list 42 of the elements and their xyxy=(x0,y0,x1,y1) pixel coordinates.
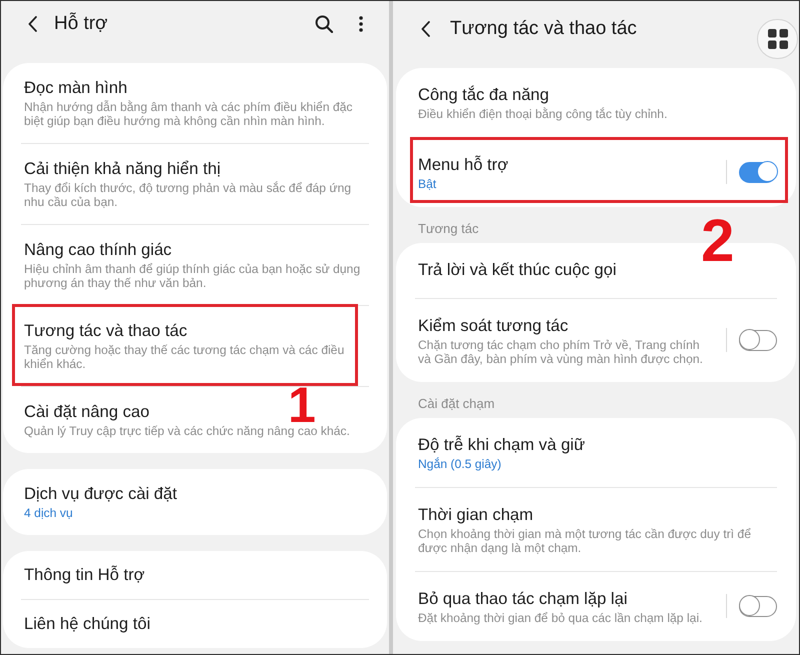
setting-title[interactable]: Dịch vụ được cài đặt xyxy=(24,482,177,506)
setting-title[interactable]: Liên hệ chúng tôi xyxy=(24,612,150,636)
setting-title[interactable]: Thời gian chạm xyxy=(418,503,534,527)
search-icon[interactable] xyxy=(315,15,333,33)
annotation-number: 2 xyxy=(701,219,734,263)
setting-title[interactable]: Đọc màn hình xyxy=(24,76,128,100)
setting-title[interactable]: Độ trễ khi chạm và giữ xyxy=(418,433,585,457)
setting-title[interactable]: Công tắc đa năng xyxy=(418,83,550,107)
setting-description: Nhận hướng dẫn bằng âm thanh và các phím điều khiển đặc biệt giúp bạn điều hướng mà không cần nhìn màn hình. xyxy=(24,100,354,128)
setting-title[interactable]: Cải thiện khả năng hiển thị xyxy=(24,157,220,181)
setting-title[interactable]: Menu hỗ trợ xyxy=(418,153,508,177)
setting-title[interactable]: Nâng cao thính giác xyxy=(24,238,172,262)
more-options-icon[interactable] xyxy=(359,16,363,32)
setting-title[interactable]: Thông tin Hỗ trợ xyxy=(24,563,145,587)
toggle-switch[interactable] xyxy=(739,330,777,350)
setting-title[interactable]: Cài đặt nâng cao xyxy=(24,400,150,424)
setting-description: Điều khiển điện thoại bằng công tắc tùy chỉnh. xyxy=(418,107,668,121)
section-header: Tương tác xyxy=(418,222,480,236)
setting-title[interactable]: Kiểm soát tương tác xyxy=(418,314,568,338)
setting-description: Chọn khoảng thời gian mà một tương tác cần được duy trì để được nhận dạng là một chạm. xyxy=(418,527,752,555)
setting-description: Đặt khoảng thời gian để bỏ qua các lần chạm lặp lại. xyxy=(418,611,702,625)
back-icon[interactable] xyxy=(421,21,430,37)
setting-description: Thay đổi kích thước, độ tương phản và màu sắc để đáp ứng nhu cầu của bạn. xyxy=(24,181,352,209)
section-header: Cài đặt chạm xyxy=(418,397,496,411)
setting-value: Ngắn (0.5 giây) xyxy=(418,457,502,471)
setting-description: Chặn tương tác chạm cho phím Trở về, Trang chính và Gần đây, bàn phím và vùng màn hình được chọn. xyxy=(418,338,704,366)
toggle-switch[interactable] xyxy=(739,596,777,616)
setting-title[interactable]: Tương tác và thao tác xyxy=(24,319,188,343)
grid-icon xyxy=(768,29,788,49)
grid-view-button[interactable] xyxy=(757,19,798,59)
screen-title: Hỗ trợ xyxy=(54,12,108,36)
setting-description: Hiệu chỉnh âm thanh để giúp thính giác của bạn hoặc sử dụng phương án thay thế như văn bản. xyxy=(24,262,362,290)
setting-description: Quản lý Truy cập trực tiếp và các chức năng nâng cao khác. xyxy=(24,424,350,438)
setting-description: Tăng cường hoặc thay thế các tương tác chạm và các điều khiển khác. xyxy=(24,343,346,371)
screen-title: Tương tác và thao tác xyxy=(450,16,637,41)
annotation-number: 1 xyxy=(288,387,316,423)
toggle-switch[interactable] xyxy=(739,162,777,182)
setting-value: 4 dịch vụ xyxy=(24,506,73,520)
setting-title[interactable]: Bỏ qua thao tác chạm lặp lại xyxy=(418,587,628,611)
back-icon[interactable] xyxy=(28,16,37,32)
setting-value: Bật xyxy=(418,177,436,191)
setting-title[interactable]: Trả lời và kết thúc cuộc gọi xyxy=(418,258,616,282)
